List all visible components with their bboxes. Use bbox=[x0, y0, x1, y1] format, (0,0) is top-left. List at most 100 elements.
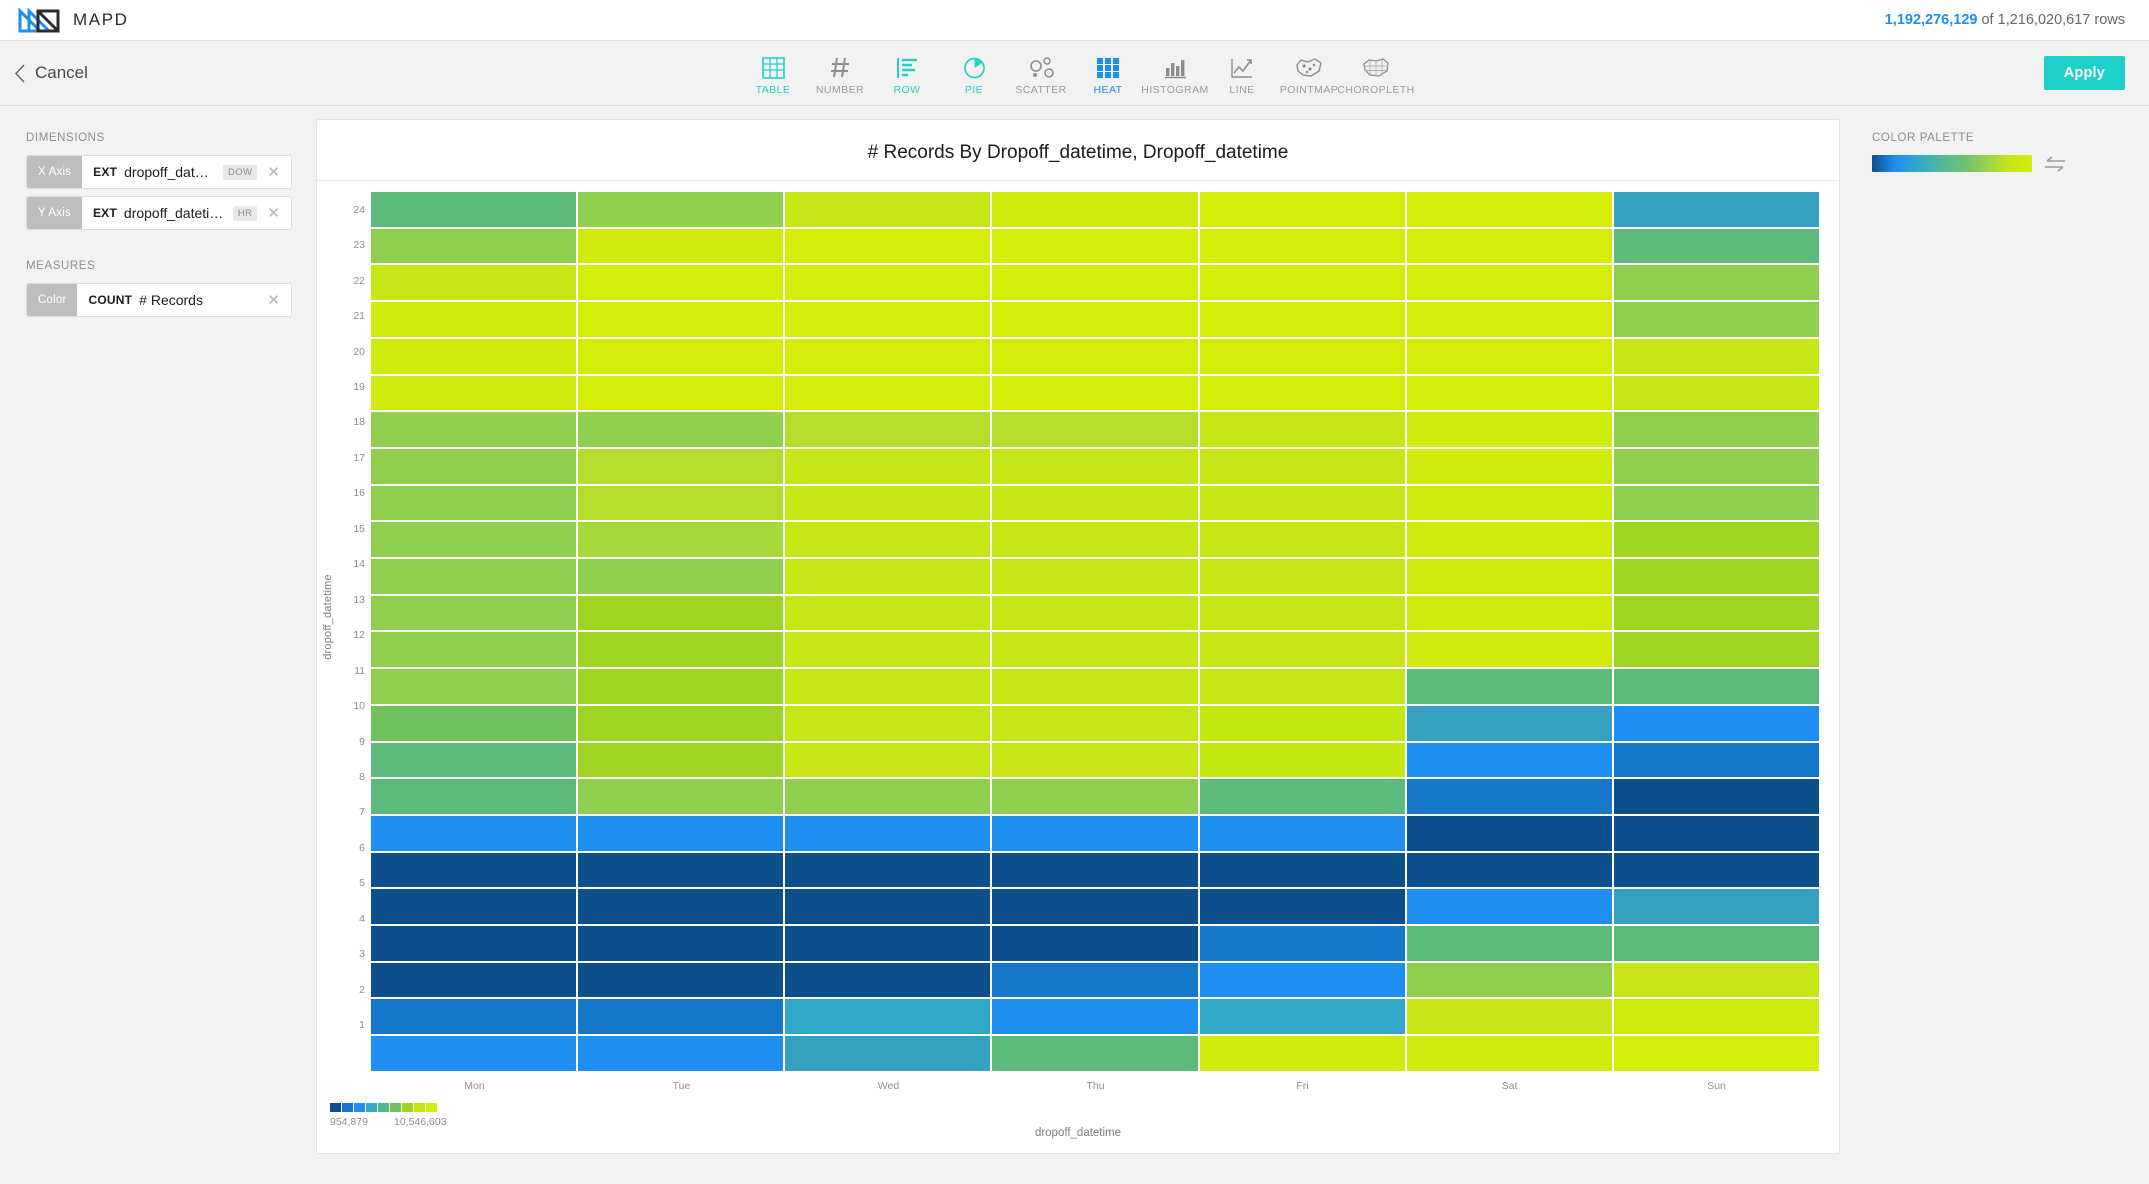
heatmap-cell[interactable] bbox=[578, 779, 784, 814]
heatmap-cell[interactable] bbox=[1199, 228, 1405, 264]
heatmap-cell[interactable] bbox=[371, 962, 577, 998]
heatmap-cell[interactable] bbox=[371, 375, 577, 411]
heatmap-cell[interactable] bbox=[992, 522, 1198, 558]
heatmap-cell[interactable] bbox=[785, 779, 991, 814]
heatmap-cell[interactable] bbox=[992, 338, 1198, 374]
heatmap-cell[interactable] bbox=[785, 559, 991, 594]
heatmap-cell[interactable] bbox=[1199, 815, 1405, 851]
heatmap-cell[interactable] bbox=[785, 962, 991, 998]
heatmap-cell[interactable] bbox=[785, 999, 991, 1035]
heatmap-cell[interactable] bbox=[371, 412, 577, 447]
heatmap-cell[interactable] bbox=[371, 669, 577, 704]
heatmap-cell[interactable] bbox=[578, 485, 784, 521]
heatmap-cell[interactable] bbox=[1406, 705, 1612, 741]
heatmap-cell[interactable] bbox=[992, 705, 1198, 741]
heatmap-cell[interactable] bbox=[1199, 559, 1405, 594]
chart-type-row[interactable]: ROW bbox=[874, 50, 941, 96]
heatmap-cell[interactable] bbox=[1613, 705, 1819, 741]
heatmap-cell[interactable] bbox=[578, 338, 784, 374]
heatmap-cell[interactable] bbox=[1406, 926, 1612, 961]
heatmap-cell[interactable] bbox=[371, 999, 577, 1035]
heatmap-cell[interactable] bbox=[785, 338, 991, 374]
heatmap-cell[interactable] bbox=[578, 375, 784, 411]
heatmap-cell[interactable] bbox=[1613, 595, 1819, 631]
heatmap-cell[interactable] bbox=[1613, 412, 1819, 447]
heatmap-cell[interactable] bbox=[1199, 742, 1405, 778]
heatmap-cell[interactable] bbox=[785, 412, 991, 447]
heatmap-cell[interactable] bbox=[992, 595, 1198, 631]
heatmap-cell[interactable] bbox=[785, 632, 991, 668]
heatmap-cell[interactable] bbox=[578, 632, 784, 668]
heatmap-cell[interactable] bbox=[1199, 705, 1405, 741]
heatmap-cell[interactable] bbox=[1613, 522, 1819, 558]
heatmap-cell[interactable] bbox=[578, 265, 784, 301]
heatmap-cell[interactable] bbox=[578, 559, 784, 594]
heatmap-cell[interactable] bbox=[1406, 1036, 1612, 1071]
brand[interactable]: MAPD bbox=[18, 7, 129, 33]
heatmap-cell[interactable] bbox=[785, 448, 991, 484]
heatmap-cell[interactable] bbox=[785, 375, 991, 411]
heatmap-cell[interactable] bbox=[1406, 632, 1612, 668]
heatmap-cell[interactable] bbox=[371, 852, 577, 888]
heatmap-cell[interactable] bbox=[785, 889, 991, 925]
heatmap-cell[interactable] bbox=[1199, 595, 1405, 631]
heatmap-cell[interactable] bbox=[371, 522, 577, 558]
heatmap-cell[interactable] bbox=[578, 962, 784, 998]
heatmap-cell[interactable] bbox=[1199, 522, 1405, 558]
heatmap-cell[interactable] bbox=[578, 228, 784, 264]
heatmap-cell[interactable] bbox=[1613, 926, 1819, 961]
heatmap-cell[interactable] bbox=[371, 632, 577, 668]
x-axis-remove-icon[interactable]: ✕ bbox=[264, 165, 283, 180]
chart-type-scatter[interactable]: SCATTER bbox=[1008, 50, 1075, 96]
heatmap-cell[interactable] bbox=[1613, 999, 1819, 1035]
heatmap-cell[interactable] bbox=[1199, 1036, 1405, 1071]
heatmap-cell[interactable] bbox=[1613, 559, 1819, 594]
heatmap-cell[interactable] bbox=[578, 412, 784, 447]
heatmap-cell[interactable] bbox=[1613, 265, 1819, 301]
heatmap-cell[interactable] bbox=[785, 595, 991, 631]
heatmap-cell[interactable] bbox=[1199, 779, 1405, 814]
heatmap-cell[interactable] bbox=[371, 1036, 577, 1071]
heatmap-cell[interactable] bbox=[1613, 669, 1819, 704]
heatmap-cell[interactable] bbox=[992, 448, 1198, 484]
heatmap-cell[interactable] bbox=[785, 192, 991, 227]
heatmap-cell[interactable] bbox=[1613, 742, 1819, 778]
color-measure-remove-icon[interactable]: ✕ bbox=[264, 293, 283, 308]
heatmap-cell[interactable] bbox=[1406, 228, 1612, 264]
apply-button[interactable]: Apply bbox=[2043, 56, 2125, 90]
heatmap-cell[interactable] bbox=[785, 1036, 991, 1071]
cancel-button[interactable]: Cancel bbox=[14, 63, 88, 83]
heatmap-cell[interactable] bbox=[1613, 192, 1819, 227]
chart-type-pie[interactable]: PIE bbox=[941, 50, 1008, 96]
heatmap-cell[interactable] bbox=[992, 962, 1198, 998]
color-palette-gradient[interactable] bbox=[1872, 155, 2032, 172]
heatmap-cell[interactable] bbox=[992, 999, 1198, 1035]
heatmap-cell[interactable] bbox=[1613, 485, 1819, 521]
heatmap-cell[interactable] bbox=[1406, 889, 1612, 925]
heatmap-cell[interactable] bbox=[1199, 302, 1405, 337]
heatmap-cell[interactable] bbox=[371, 448, 577, 484]
heatmap-cell[interactable] bbox=[785, 228, 991, 264]
heatmap-cell[interactable] bbox=[1199, 338, 1405, 374]
heatmap-cell[interactable] bbox=[785, 742, 991, 778]
heatmap-cell[interactable] bbox=[785, 852, 991, 888]
heatmap-cell[interactable] bbox=[785, 302, 991, 337]
heatmap-cell[interactable] bbox=[1613, 228, 1819, 264]
heatmap-cell[interactable] bbox=[371, 485, 577, 521]
chart-type-number[interactable]: NUMBER bbox=[807, 50, 874, 96]
heatmap-cell[interactable] bbox=[1199, 485, 1405, 521]
heatmap-cell[interactable] bbox=[371, 926, 577, 961]
heatmap-cell[interactable] bbox=[578, 448, 784, 484]
measure-chip-color[interactable]: Color COUNT # Records ✕ bbox=[26, 283, 292, 317]
chart-type-heat[interactable]: HEAT bbox=[1075, 50, 1142, 96]
heatmap-cell[interactable] bbox=[1406, 485, 1612, 521]
heatmap-cell[interactable] bbox=[578, 889, 784, 925]
heatmap-cell[interactable] bbox=[1406, 192, 1612, 227]
heatmap-cell[interactable] bbox=[1199, 852, 1405, 888]
heatmap-cell[interactable] bbox=[371, 228, 577, 264]
chart-type-choropleth[interactable]: CHOROPLETH bbox=[1337, 50, 1414, 96]
heatmap-cell[interactable] bbox=[1406, 448, 1612, 484]
heatmap-cell[interactable] bbox=[371, 265, 577, 301]
heatmap-cell[interactable] bbox=[371, 192, 577, 227]
heatmap-cell[interactable] bbox=[578, 742, 784, 778]
